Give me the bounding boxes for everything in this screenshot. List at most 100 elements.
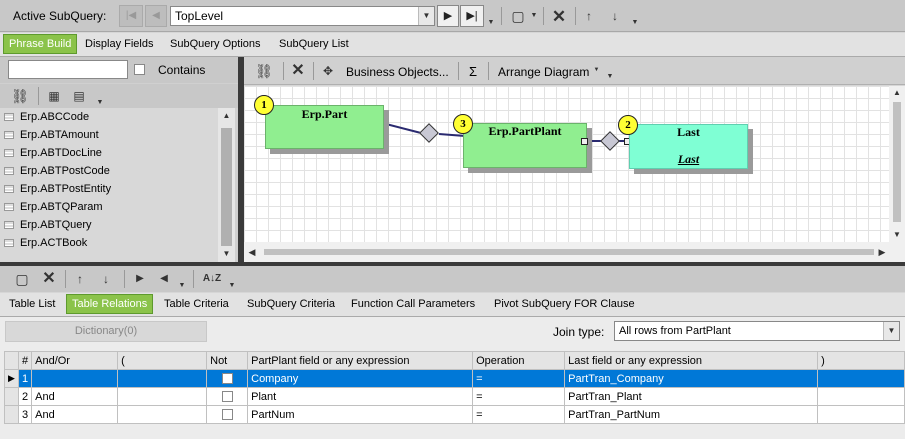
not-checkbox[interactable] xyxy=(221,409,233,421)
andor-cell[interactable] xyxy=(31,369,119,388)
column-header[interactable]: Last field or any expression xyxy=(564,351,819,370)
chevron-down-icon[interactable]: ▼ xyxy=(593,66,600,73)
andor-cell[interactable]: And xyxy=(31,387,119,406)
chevron-down-icon[interactable]: ▼ xyxy=(418,7,434,25)
dropdown-arrow-icon[interactable]: ▼ xyxy=(178,281,186,289)
operation-cell[interactable]: = xyxy=(472,369,566,388)
table-options-icon[interactable]: ▤ xyxy=(71,88,87,104)
dropdown-arrow-icon[interactable]: ▼ xyxy=(487,18,495,26)
scroll-thumb[interactable] xyxy=(893,102,901,222)
chevron-down-icon[interactable]: ▼ xyxy=(883,322,899,340)
list-item[interactable]: Erp.ABTAmount xyxy=(0,126,218,144)
tab-subquery-criteria[interactable]: SubQuery Criteria xyxy=(242,293,340,315)
move-down-icon[interactable]: ↓ xyxy=(99,271,113,287)
open-paren-cell[interactable] xyxy=(117,369,208,388)
list-item[interactable]: Erp.ABCCode xyxy=(0,108,218,126)
link-icon[interactable]: ⛓ xyxy=(255,63,273,79)
column-header[interactable]: ( xyxy=(117,351,208,370)
new-document-icon[interactable]: ▢ xyxy=(510,8,526,24)
column-header[interactable]: Operation xyxy=(472,351,566,370)
close-paren-cell[interactable] xyxy=(817,387,905,406)
new-document-icon[interactable]: ▢ xyxy=(14,271,30,287)
diagram-vscrollbar[interactable]: ▲ ▼ xyxy=(889,86,905,242)
dropdown-arrow-icon[interactable]: ▼ xyxy=(606,72,614,80)
column-header[interactable]: And/Or xyxy=(31,351,119,370)
link-icon[interactable]: ⛓ xyxy=(11,88,29,104)
scroll-thumb[interactable] xyxy=(221,128,232,246)
open-paren-cell[interactable] xyxy=(117,387,208,406)
tab-pivot-subquery[interactable]: Pivot SubQuery FOR Clause xyxy=(489,293,640,315)
tab-phrase-build[interactable]: Phrase Build xyxy=(3,34,78,54)
dropdown-arrow-icon[interactable]: ▼ xyxy=(96,98,104,106)
column-header[interactable]: # xyxy=(17,351,33,370)
not-cell[interactable] xyxy=(206,369,249,388)
nav-last-button[interactable]: ▶| xyxy=(460,5,484,27)
not-cell[interactable] xyxy=(206,387,249,406)
delete-icon[interactable]: ✕ xyxy=(289,62,307,80)
join-type-select[interactable]: All rows from PartPlant ▼ xyxy=(614,321,900,341)
field-cell[interactable]: PartNum xyxy=(247,405,474,424)
tab-subquery-list[interactable]: SubQuery List xyxy=(274,33,354,55)
list-item[interactable]: Erp.ACTBook xyxy=(0,234,218,252)
tab-table-relations[interactable]: Table Relations xyxy=(66,294,154,314)
move-down-icon[interactable]: ↓ xyxy=(608,8,622,24)
sort-az-icon[interactable]: A↓Z xyxy=(201,270,223,288)
operation-cell[interactable]: = xyxy=(472,387,566,406)
column-header[interactable]: Not xyxy=(206,351,249,370)
operation-cell[interactable]: = xyxy=(472,405,566,424)
table-list-scrollbar[interactable]: ▲ ▼ xyxy=(218,108,235,262)
back-icon[interactable]: ◀ xyxy=(158,272,170,286)
diagram-hscrollbar[interactable]: ◀ ▶ xyxy=(244,242,905,262)
table-row[interactable]: 2 And Plant = PartTran_Plant xyxy=(4,387,905,406)
column-header[interactable]: PartPlant field or any expression xyxy=(247,351,474,370)
list-item[interactable]: Erp.ABTQuery xyxy=(0,216,218,234)
column-header[interactable]: ) xyxy=(817,351,905,370)
scroll-down-icon[interactable]: ▼ xyxy=(218,246,235,262)
scroll-left-icon[interactable]: ◀ xyxy=(244,242,260,262)
tab-display-fields[interactable]: Display Fields xyxy=(80,33,158,55)
delete-icon[interactable]: ✕ xyxy=(40,270,58,288)
sigma-button[interactable]: Σ xyxy=(469,64,477,79)
table-row[interactable]: 3 And PartNum = PartTran_PartNum xyxy=(4,405,905,424)
field-cell[interactable]: Company xyxy=(247,369,474,388)
move-up-icon[interactable]: ↑ xyxy=(582,8,596,24)
last-field-cell[interactable]: PartTran_PartNum xyxy=(564,405,819,424)
tab-table-list[interactable]: Table List xyxy=(4,293,60,315)
close-paren-cell[interactable] xyxy=(817,405,905,424)
scroll-down-icon[interactable]: ▼ xyxy=(889,228,905,242)
tab-subquery-options[interactable]: SubQuery Options xyxy=(165,33,266,55)
dropdown-arrow-icon[interactable]: ▼ xyxy=(631,18,639,26)
nav-prev-button[interactable]: ◀ xyxy=(145,5,167,27)
list-item[interactable]: Erp.ABTPostCode xyxy=(0,162,218,180)
play-icon[interactable]: ▶ xyxy=(134,272,146,286)
tab-function-call-parameters[interactable]: Function Call Parameters xyxy=(346,293,480,315)
connector-square[interactable] xyxy=(581,138,588,145)
diagram-node-last[interactable]: Last Last xyxy=(629,124,748,169)
diagram-node-part[interactable]: Erp.Part xyxy=(265,105,384,149)
list-item[interactable]: Erp.ABTDocLine xyxy=(0,144,218,162)
arrange-diagram-button[interactable]: Arrange Diagram xyxy=(498,65,589,79)
close-paren-cell[interactable] xyxy=(817,369,905,388)
andor-cell[interactable]: And xyxy=(31,405,119,424)
scroll-right-icon[interactable]: ▶ xyxy=(874,242,890,262)
move-up-icon[interactable]: ↑ xyxy=(73,271,87,287)
list-item[interactable]: Erp.ABTPostEntity xyxy=(0,180,218,198)
chevron-down-icon[interactable]: ▼ xyxy=(530,10,538,20)
field-cell[interactable]: Plant xyxy=(247,387,474,406)
last-field-cell[interactable]: PartTran_Company xyxy=(564,369,819,388)
dropdown-arrow-icon[interactable]: ▼ xyxy=(228,281,236,289)
table-row[interactable]: ▶ 1 Company = PartTran_Company xyxy=(4,369,905,388)
not-checkbox[interactable] xyxy=(221,373,233,385)
nav-next-button[interactable]: ▶ xyxy=(437,5,459,27)
contains-checkbox[interactable] xyxy=(134,64,145,75)
open-paren-cell[interactable] xyxy=(117,405,208,424)
dictionary-button[interactable]: Dictionary(0) xyxy=(5,321,207,342)
scroll-up-icon[interactable]: ▲ xyxy=(218,108,235,124)
diagram-canvas[interactable]: Erp.Part 1 Erp.PartPlant 3 Last Last 2 xyxy=(244,86,889,242)
business-objects-icon[interactable]: ✥ xyxy=(320,63,336,79)
calculator-icon[interactable]: ▦ xyxy=(46,88,62,104)
last-field-cell[interactable]: PartTran_Plant xyxy=(564,387,819,406)
business-objects-button[interactable]: Business Objects... xyxy=(346,65,449,79)
list-item[interactable]: Erp.ABTQParam xyxy=(0,198,218,216)
subquery-combo[interactable]: TopLevel ▼ xyxy=(170,6,435,26)
